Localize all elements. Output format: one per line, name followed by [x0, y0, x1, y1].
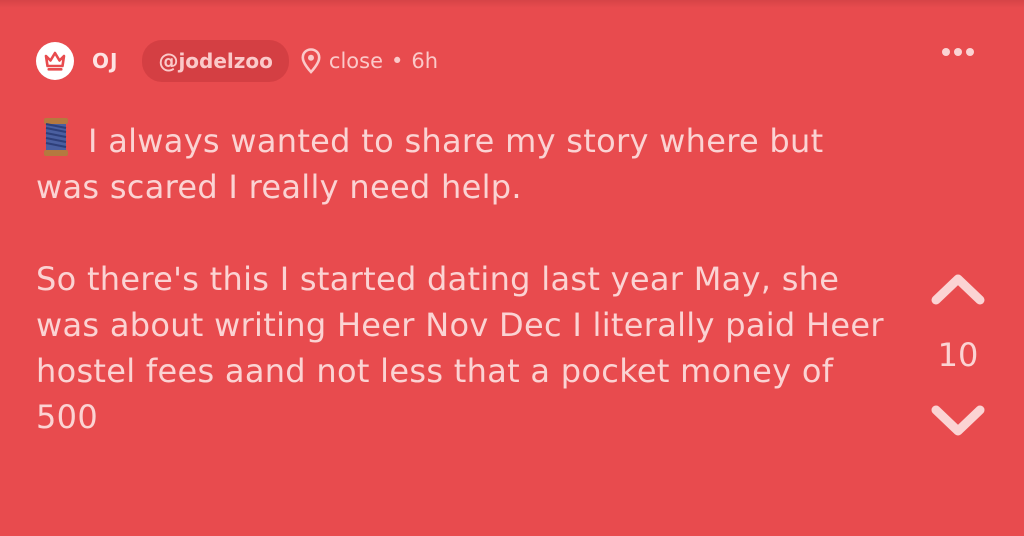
- post-body: I always wanted to share my story where …: [36, 116, 896, 440]
- post-paragraph-2: So there's this I started dating last ye…: [36, 260, 884, 436]
- upvote-button[interactable]: [928, 268, 988, 310]
- avatar[interactable]: [36, 42, 74, 80]
- chevron-down-icon: [931, 405, 985, 436]
- handle-badge[interactable]: @jodelzoo: [142, 40, 289, 82]
- vote-count: 10: [937, 336, 979, 374]
- post-paragraph-1: I always wanted to share my story where …: [36, 116, 896, 210]
- map-pin-icon: [299, 47, 323, 75]
- author-name[interactable]: OJ: [92, 49, 118, 73]
- crown-icon: [44, 51, 66, 71]
- meta-separator: •: [391, 49, 404, 73]
- downvote-button[interactable]: [928, 400, 988, 442]
- more-options-button[interactable]: [938, 40, 978, 64]
- post-card: OJ @jodelzoo close • 6h I always wanted: [0, 0, 1024, 536]
- chevron-up-icon: [931, 274, 985, 305]
- vote-controls: 10: [922, 268, 994, 448]
- post-time: 6h: [411, 49, 439, 73]
- post-paragraph-1-text: I always wanted to share my story where …: [36, 122, 824, 206]
- spool-of-thread-icon: [36, 116, 76, 158]
- post-header: OJ @jodelzoo close • 6h: [36, 40, 438, 82]
- more-dots-icon: [942, 48, 974, 56]
- location-label: close: [328, 49, 383, 73]
